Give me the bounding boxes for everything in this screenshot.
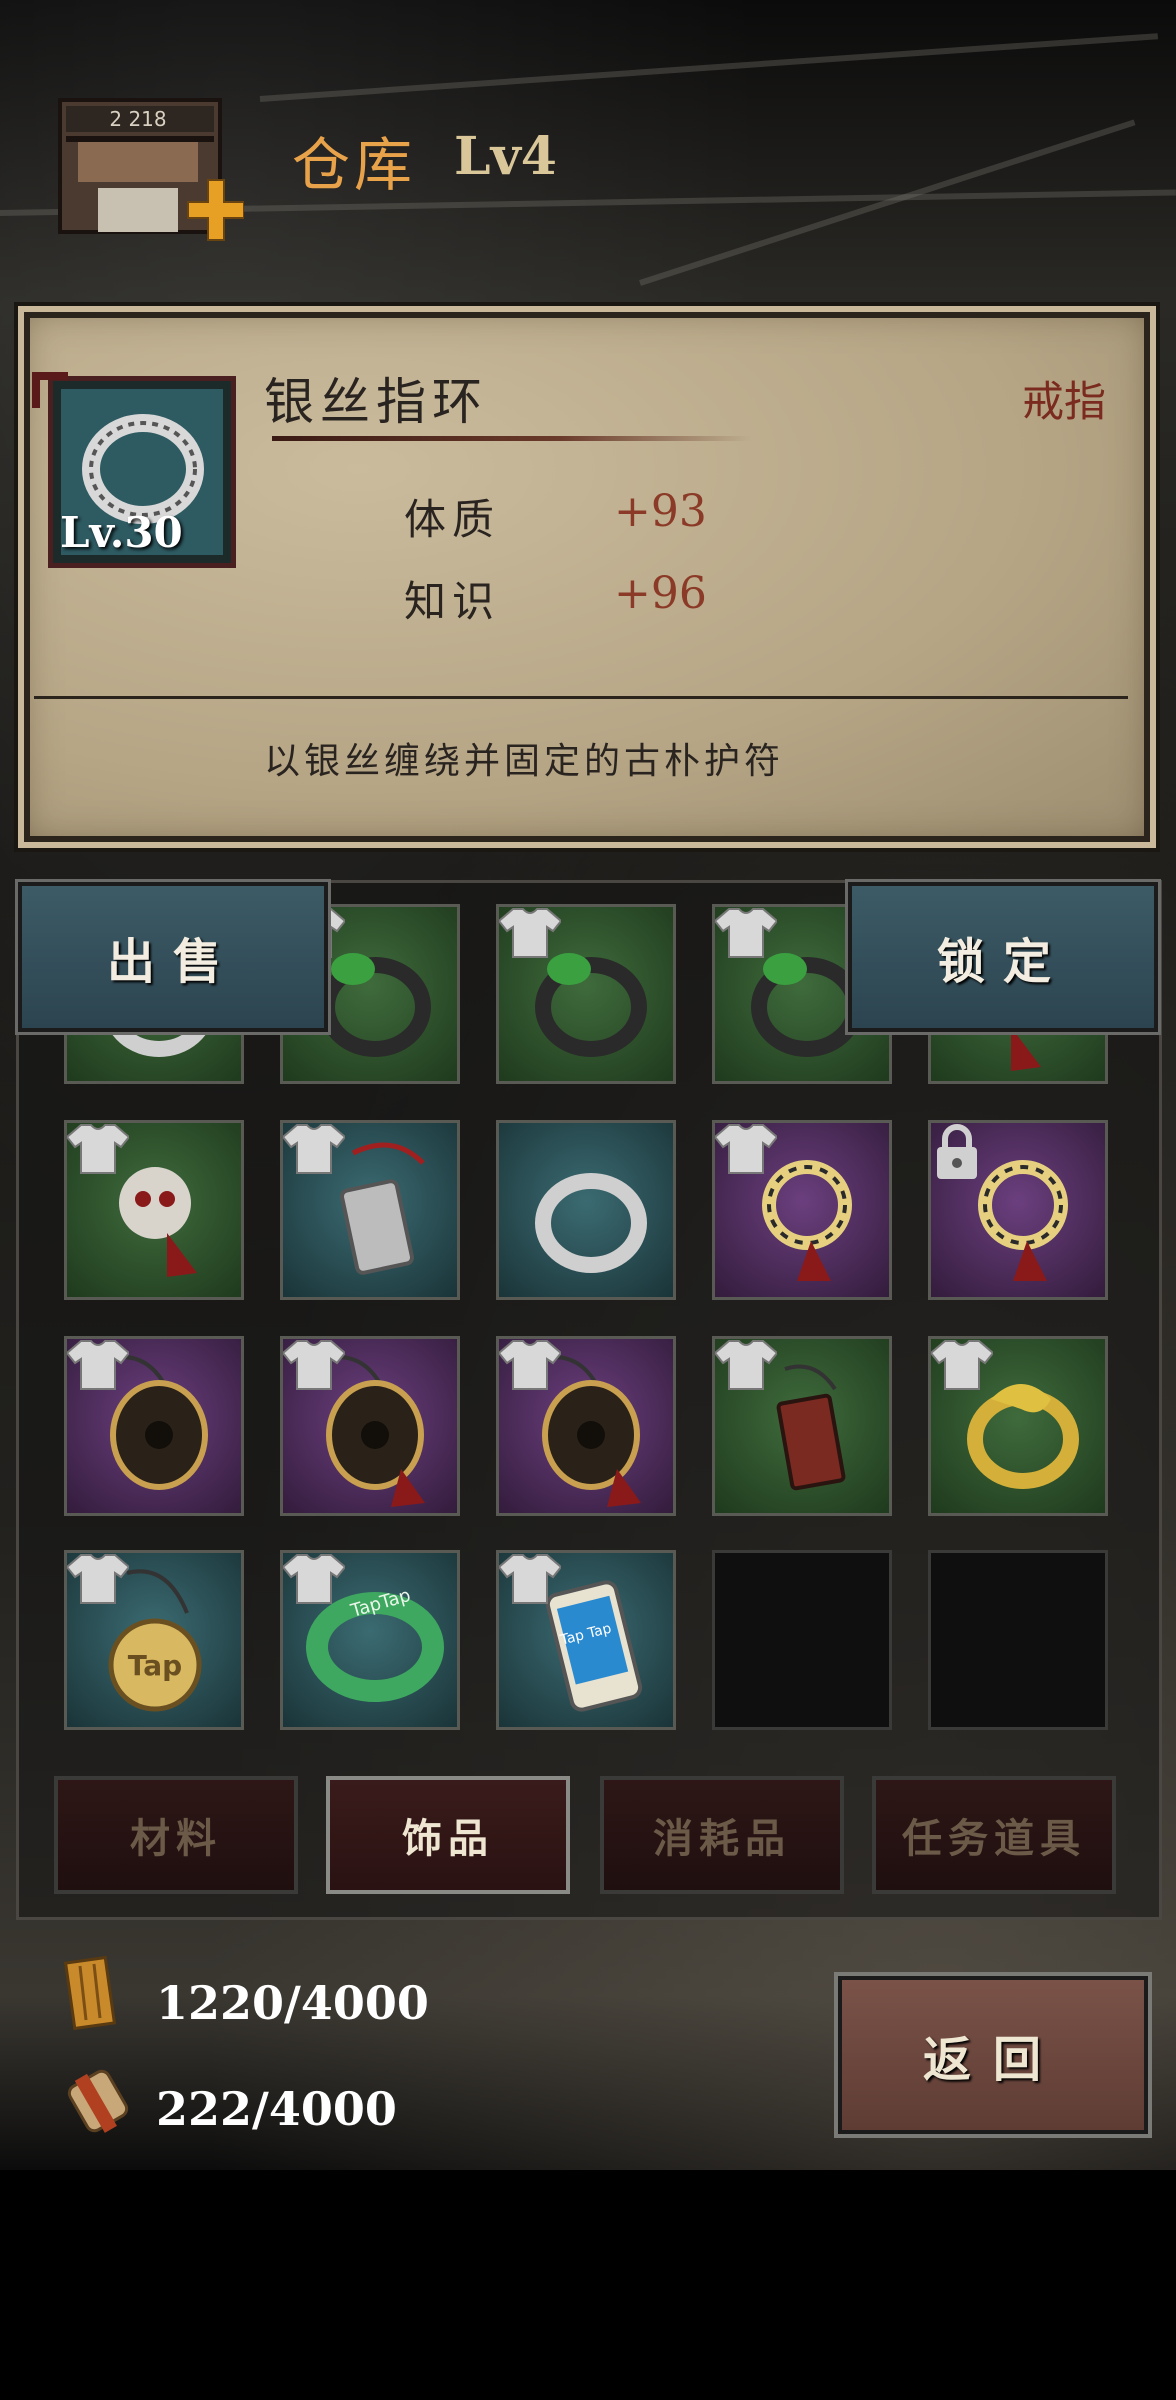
equipped-shirt-icon (67, 1124, 129, 1174)
inventory-slot[interactable]: Tap Tap (496, 1550, 676, 1730)
inventory-slot[interactable] (712, 1120, 892, 1300)
equipped-shirt-icon (283, 1124, 345, 1174)
equipped-shirt-icon (715, 1340, 777, 1390)
tab-materials[interactable]: 材料 (54, 1776, 298, 1894)
cloth-bundle-icon (67, 2069, 129, 2133)
equipped-shirt-icon (67, 1554, 129, 1604)
tab-quest-items[interactable]: 任务道具 (872, 1776, 1116, 1894)
equipped-shirt-icon (499, 1340, 561, 1390)
cloth-count: 222/4000 (156, 2082, 397, 2136)
bg-streak (259, 33, 1159, 102)
empty-slot[interactable] (712, 1550, 892, 1730)
item-type: 戒指 (1021, 377, 1106, 426)
wood-count: 1220/4000 (156, 1976, 429, 2030)
inventory-slot[interactable] (496, 1120, 676, 1300)
inventory-slot[interactable] (928, 1120, 1108, 1300)
corner-ornament (32, 372, 68, 408)
page-title: 仓库 (292, 131, 417, 199)
stat-value: +93 (614, 486, 707, 537)
inventory-slot[interactable] (496, 904, 676, 1084)
inventory-slot[interactable]: Tap (64, 1550, 244, 1730)
inventory-slot[interactable]: TapTap (280, 1550, 460, 1730)
equipped-shirt-icon (715, 908, 777, 958)
inventory-slot[interactable] (280, 1120, 460, 1300)
item-level-badge: Lv.30 (60, 508, 183, 557)
stat-name: 知识 (404, 577, 501, 626)
tab-accessories[interactable]: 饰品 (326, 1776, 570, 1894)
stat-value: +96 (614, 568, 707, 619)
inventory-slot[interactable] (64, 1336, 244, 1516)
equipped-shirt-icon (715, 1124, 777, 1174)
name-underline (272, 436, 752, 441)
inventory-slot[interactable] (928, 1336, 1108, 1516)
card-divider (34, 696, 1128, 699)
inventory-slot[interactable] (712, 1336, 892, 1516)
warehouse-level: Lv4 (454, 126, 557, 187)
warehouse-building-icon[interactable]: 2 218 (58, 92, 245, 242)
equipped-shirt-icon (283, 1554, 345, 1604)
building-sign-text: 2 218 (109, 107, 166, 131)
equipped-shirt-icon (499, 1554, 561, 1604)
equipped-shirt-icon (499, 908, 561, 958)
equipped-shirt-icon (67, 1340, 129, 1390)
equipped-shirt-icon (283, 1340, 345, 1390)
wood-plank-icon (63, 1956, 117, 2031)
stat-name: 体质 (404, 495, 501, 544)
inventory-slot[interactable] (64, 1120, 244, 1300)
tab-consumables[interactable]: 消耗品 (600, 1776, 844, 1894)
inventory-slot[interactable] (280, 1336, 460, 1516)
inventory-slot[interactable] (496, 1336, 676, 1516)
lock-button[interactable]: 锁定 (845, 879, 1161, 1035)
equipped-shirt-icon (931, 1340, 993, 1390)
lock-icon (937, 1124, 977, 1179)
svg-text:Tap: Tap (128, 1649, 182, 1682)
empty-slot[interactable] (928, 1550, 1108, 1730)
item-name: 银丝指环 (264, 373, 488, 431)
back-button[interactable]: 返回 (834, 1972, 1152, 2138)
item-description: 以银丝缠绕并固定的古朴护符 (264, 741, 785, 782)
silver-ring-icon (535, 1173, 647, 1273)
sell-button[interactable]: 出售 (15, 879, 331, 1035)
